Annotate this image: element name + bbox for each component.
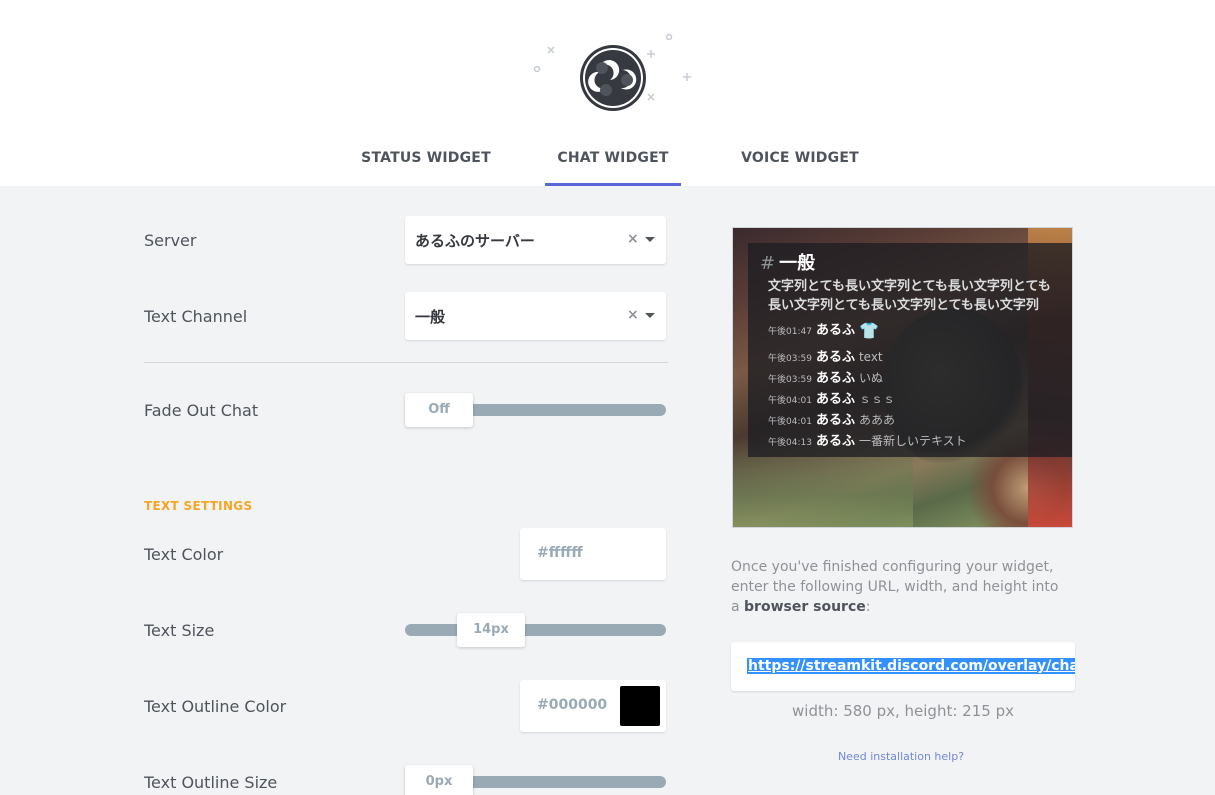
form-divider: [144, 362, 668, 363]
chat-message: 午後04:01 あるふ あああ: [768, 409, 895, 428]
message-author: あるふ: [815, 413, 855, 428]
hash-icon: #: [760, 253, 776, 274]
header: STATUS WIDGET CHAT WIDGET VOICE WIDGET: [0, 0, 1215, 186]
text-outline-size-slider-knob[interactable]: 0px: [405, 765, 473, 795]
message-time: 午後04:13: [768, 438, 812, 448]
text-size-slider-track[interactable]: [405, 624, 666, 636]
message-body: あああ: [858, 413, 895, 427]
chat-message: 午後04:01 あるふ ｓｓｓ: [768, 388, 895, 407]
text-settings-heading: TEXT SETTINGS: [144, 499, 253, 513]
install-instructions: Once you've finished configuring your wi…: [731, 557, 1061, 617]
text-outline-color-input[interactable]: #000000: [520, 680, 666, 732]
fade-out-chat-label: Fade Out Chat: [144, 401, 259, 420]
shirt-emoji-icon: 👕: [858, 321, 879, 340]
message-body: ｓｓｓ: [858, 392, 895, 406]
instructions-line-1: Once you've finished configuring your wi…: [731, 559, 1054, 575]
message-author: あるふ: [815, 350, 855, 365]
message-author: あるふ: [815, 434, 855, 449]
fade-out-slider-knob[interactable]: Off: [405, 393, 473, 427]
widget-dimensions: width: 580 px, height: 215 px: [792, 702, 1014, 720]
widget-tabs: STATUS WIDGET CHAT WIDGET VOICE WIDGET: [0, 150, 1215, 186]
text-color-input[interactable]: #ffffff: [520, 528, 666, 580]
text-outline-color-value: #000000: [537, 697, 608, 713]
text-channel-select-value: 一般: [415, 308, 446, 326]
message-time: 午後03:59: [768, 354, 812, 364]
server-label: Server: [144, 231, 197, 250]
text-color-label: Text Color: [144, 545, 224, 564]
installation-help-link[interactable]: Need installation help?: [731, 750, 1071, 763]
chat-overlay: # 一般 文字列とても長い文字列とても長い文字列とても 長い文字列とても長い文字列…: [748, 243, 1072, 457]
chat-message: 午後01:47 あるふ 👕: [768, 319, 879, 340]
message-body: 一番新しいテキスト: [858, 434, 967, 448]
instructions-line-2: enter the following URL, width, and heig…: [731, 579, 1059, 595]
message-author: あるふ: [815, 392, 855, 407]
tab-status-widget[interactable]: STATUS WIDGET: [360, 150, 492, 186]
message-body: text: [858, 350, 883, 364]
tab-voice-widget[interactable]: VOICE WIDGET: [740, 150, 860, 186]
server-clear-icon[interactable]: ×: [627, 231, 639, 247]
chat-channel-name: 一般: [779, 253, 816, 274]
message-time: 午後01:47: [768, 327, 812, 337]
message-time: 午後03:59: [768, 375, 812, 385]
chat-message: 午後03:59 あるふ text: [768, 346, 883, 365]
text-channel-chevron-down-icon[interactable]: [645, 313, 655, 318]
text-channel-clear-icon[interactable]: ×: [627, 307, 639, 323]
text-outline-size-label: Text Outline Size: [144, 773, 278, 792]
chat-long-line-1: 文字列とても長い文字列とても長い文字列とても: [768, 279, 1051, 294]
server-chevron-down-icon[interactable]: [645, 237, 655, 242]
text-channel-select[interactable]: 一般 ×: [405, 292, 666, 340]
server-select-value: あるふのサーバー: [415, 232, 535, 250]
text-color-value: #ffffff: [537, 545, 583, 561]
widget-url-text[interactable]: https://streamkit.discord.com/overlay/ch…: [747, 658, 1075, 674]
obs-logo-icon: [530, 30, 695, 120]
browser-source-term: browser source: [744, 599, 866, 615]
active-tab-underline: [545, 183, 681, 186]
instructions-suffix: :: [865, 599, 871, 615]
chat-widget-preview: # 一般 文字列とても長い文字列とても長い文字列とても 長い文字列とても長い文字列…: [732, 227, 1073, 528]
chat-message: 午後03:59 あるふ いぬ: [768, 367, 883, 386]
tab-chat-widget[interactable]: CHAT WIDGET: [545, 150, 681, 186]
chat-channel-title: # 一般: [760, 249, 815, 275]
message-time: 午後04:01: [768, 417, 812, 427]
message-author: あるふ: [815, 323, 855, 338]
text-size-slider-knob[interactable]: 14px: [457, 613, 525, 647]
instructions-prefix: a: [731, 599, 745, 615]
widget-url-field[interactable]: https://streamkit.discord.com/overlay/ch…: [731, 642, 1075, 691]
text-outline-color-label: Text Outline Color: [144, 697, 287, 716]
tab-chat-widget-label: CHAT WIDGET: [557, 150, 669, 166]
instructions-line-3: a browser source:: [731, 597, 1061, 617]
chat-message: 午後04:13 あるふ 一番新しいテキスト: [768, 430, 967, 449]
text-channel-label: Text Channel: [144, 307, 248, 326]
message-body: いぬ: [858, 371, 883, 385]
server-select[interactable]: あるふのサーバー ×: [405, 216, 666, 264]
chat-long-message: 文字列とても長い文字列とても長い文字列とても 長い文字列とても長い文字列とても長…: [768, 277, 1072, 315]
message-author: あるふ: [815, 371, 855, 386]
text-size-label: Text Size: [144, 621, 215, 640]
text-outline-color-swatch[interactable]: [620, 686, 660, 726]
message-time: 午後04:01: [768, 396, 812, 406]
chat-long-line-2: 長い文字列とても長い文字列とても長い文字列: [768, 298, 1039, 313]
